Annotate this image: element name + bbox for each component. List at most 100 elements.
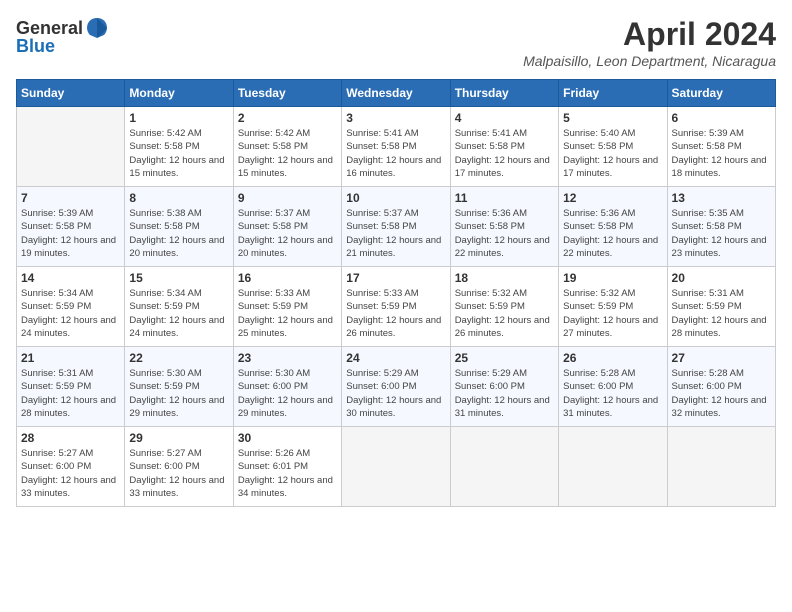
day-info: Sunrise: 5:32 AMSunset: 5:59 PMDaylight:… [563,287,662,340]
day-info: Sunrise: 5:28 AMSunset: 6:00 PMDaylight:… [672,367,771,420]
day-info: Sunrise: 5:33 AMSunset: 5:59 PMDaylight:… [238,287,337,340]
day-number: 27 [672,351,771,365]
day-info: Sunrise: 5:42 AMSunset: 5:58 PMDaylight:… [129,127,228,180]
calendar-cell: 10Sunrise: 5:37 AMSunset: 5:58 PMDayligh… [342,187,450,267]
logo: General Blue [16,16,109,57]
day-info: Sunrise: 5:30 AMSunset: 5:59 PMDaylight:… [129,367,228,420]
day-number: 16 [238,271,337,285]
col-header-tuesday: Tuesday [233,80,341,107]
day-number: 26 [563,351,662,365]
day-number: 20 [672,271,771,285]
day-number: 14 [21,271,120,285]
day-info: Sunrise: 5:31 AMSunset: 5:59 PMDaylight:… [21,367,120,420]
day-number: 18 [455,271,554,285]
day-number: 11 [455,191,554,205]
week-row-2: 7 Sunrise: 5:39 AMSunset: 5:58 PMDaylight… [17,187,776,267]
title-area: April 2024 Malpaisillo, Leon Department,… [523,16,776,69]
calendar-cell: 8 Sunrise: 5:38 AMSunset: 5:58 PMDaylight… [125,187,233,267]
day-info: Sunrise: 5:32 AMSunset: 5:59 PMDaylight:… [455,287,554,340]
month-title: April 2024 [523,16,776,53]
calendar-cell [559,427,667,507]
day-info: Sunrise: 5:37 AMSunset: 5:58 PMDaylight:… [238,207,337,260]
col-header-wednesday: Wednesday [342,80,450,107]
day-number: 7 [21,191,120,205]
day-info: Sunrise: 5:34 AMSunset: 5:59 PMDaylight:… [129,287,228,340]
calendar-cell: 19Sunrise: 5:32 AMSunset: 5:59 PMDayligh… [559,267,667,347]
calendar-cell: 20 Sunrise: 5:31 AMSunset: 5:59 PMDayligh… [667,267,775,347]
day-number: 1 [129,111,228,125]
day-info: Sunrise: 5:36 AMSunset: 5:58 PMDaylight:… [455,207,554,260]
calendar-cell: 15 Sunrise: 5:34 AMSunset: 5:59 PMDayligh… [125,267,233,347]
calendar-cell: 2 Sunrise: 5:42 AMSunset: 5:58 PMDaylight… [233,107,341,187]
header-row: SundayMondayTuesdayWednesdayThursdayFrid… [17,80,776,107]
day-number: 22 [129,351,228,365]
calendar-cell: 28Sunrise: 5:27 AMSunset: 6:00 PMDayligh… [17,427,125,507]
col-header-friday: Friday [559,80,667,107]
day-info: Sunrise: 5:42 AMSunset: 5:58 PMDaylight:… [238,127,337,180]
calendar-cell [450,427,558,507]
day-number: 24 [346,351,445,365]
col-header-sunday: Sunday [17,80,125,107]
day-number: 6 [672,111,771,125]
calendar-cell: 6 Sunrise: 5:39 AMSunset: 5:58 PMDaylight… [667,107,775,187]
calendar-table: SundayMondayTuesdayWednesdayThursdayFrid… [16,79,776,507]
calendar-cell: 21Sunrise: 5:31 AMSunset: 5:59 PMDayligh… [17,347,125,427]
calendar-cell: 27 Sunrise: 5:28 AMSunset: 6:00 PMDayligh… [667,347,775,427]
day-number: 29 [129,431,228,445]
day-number: 30 [238,431,337,445]
day-info: Sunrise: 5:26 AMSunset: 6:01 PMDaylight:… [238,447,337,500]
day-info: Sunrise: 5:30 AMSunset: 6:00 PMDaylight:… [238,367,337,420]
location-title: Malpaisillo, Leon Department, Nicaragua [523,53,776,69]
calendar-cell: 14 Sunrise: 5:34 AMSunset: 5:59 PMDayligh… [17,267,125,347]
calendar-cell: 5 Sunrise: 5:40 AMSunset: 5:58 PMDaylight… [559,107,667,187]
day-number: 8 [129,191,228,205]
calendar-cell: 7 Sunrise: 5:39 AMSunset: 5:58 PMDaylight… [17,187,125,267]
calendar-cell: 16 Sunrise: 5:33 AMSunset: 5:59 PMDayligh… [233,267,341,347]
calendar-cell: 11 Sunrise: 5:36 AMSunset: 5:58 PMDayligh… [450,187,558,267]
day-number: 12 [563,191,662,205]
day-info: Sunrise: 5:31 AMSunset: 5:59 PMDaylight:… [672,287,771,340]
col-header-thursday: Thursday [450,80,558,107]
day-info: Sunrise: 5:38 AMSunset: 5:58 PMDaylight:… [129,207,228,260]
day-info: Sunrise: 5:35 AMSunset: 5:58 PMDaylight:… [672,207,771,260]
calendar-cell [667,427,775,507]
calendar-cell: 25 Sunrise: 5:29 AMSunset: 6:00 PMDayligh… [450,347,558,427]
calendar-cell: 12 Sunrise: 5:36 AMSunset: 5:58 PMDayligh… [559,187,667,267]
day-info: Sunrise: 5:39 AMSunset: 5:58 PMDaylight:… [672,127,771,180]
day-number: 2 [238,111,337,125]
day-info: Sunrise: 5:33 AMSunset: 5:59 PMDaylight:… [346,287,445,340]
calendar-cell: 17 Sunrise: 5:33 AMSunset: 5:59 PMDayligh… [342,267,450,347]
calendar-cell: 29Sunrise: 5:27 AMSunset: 6:00 PMDayligh… [125,427,233,507]
logo-icon [85,16,109,40]
week-row-1: 1 Sunrise: 5:42 AMSunset: 5:58 PMDaylight… [17,107,776,187]
day-number: 17 [346,271,445,285]
calendar-cell: 9 Sunrise: 5:37 AMSunset: 5:58 PMDaylight… [233,187,341,267]
day-number: 13 [672,191,771,205]
day-info: Sunrise: 5:39 AMSunset: 5:58 PMDaylight:… [21,207,120,260]
day-number: 9 [238,191,337,205]
day-info: Sunrise: 5:41 AMSunset: 5:58 PMDaylight:… [455,127,554,180]
calendar-cell: 24Sunrise: 5:29 AMSunset: 6:00 PMDayligh… [342,347,450,427]
week-row-3: 14 Sunrise: 5:34 AMSunset: 5:59 PMDayligh… [17,267,776,347]
calendar-cell: 13 Sunrise: 5:35 AMSunset: 5:58 PMDayligh… [667,187,775,267]
day-info: Sunrise: 5:29 AMSunset: 6:00 PMDaylight:… [455,367,554,420]
col-header-saturday: Saturday [667,80,775,107]
week-row-4: 21Sunrise: 5:31 AMSunset: 5:59 PMDayligh… [17,347,776,427]
day-number: 15 [129,271,228,285]
calendar-cell: 3Sunrise: 5:41 AMSunset: 5:58 PMDaylight… [342,107,450,187]
page-header: General Blue April 2024 Malpaisillo, Leo… [16,16,776,69]
calendar-cell: 26 Sunrise: 5:28 AMSunset: 6:00 PMDayligh… [559,347,667,427]
calendar-cell: 22 Sunrise: 5:30 AMSunset: 5:59 PMDayligh… [125,347,233,427]
logo-blue-text: Blue [16,36,55,57]
day-number: 23 [238,351,337,365]
col-header-monday: Monday [125,80,233,107]
day-info: Sunrise: 5:36 AMSunset: 5:58 PMDaylight:… [563,207,662,260]
day-info: Sunrise: 5:28 AMSunset: 6:00 PMDaylight:… [563,367,662,420]
day-number: 3 [346,111,445,125]
day-number: 25 [455,351,554,365]
day-number: 5 [563,111,662,125]
day-number: 4 [455,111,554,125]
day-info: Sunrise: 5:40 AMSunset: 5:58 PMDaylight:… [563,127,662,180]
calendar-cell: 4 Sunrise: 5:41 AMSunset: 5:58 PMDaylight… [450,107,558,187]
day-info: Sunrise: 5:34 AMSunset: 5:59 PMDaylight:… [21,287,120,340]
